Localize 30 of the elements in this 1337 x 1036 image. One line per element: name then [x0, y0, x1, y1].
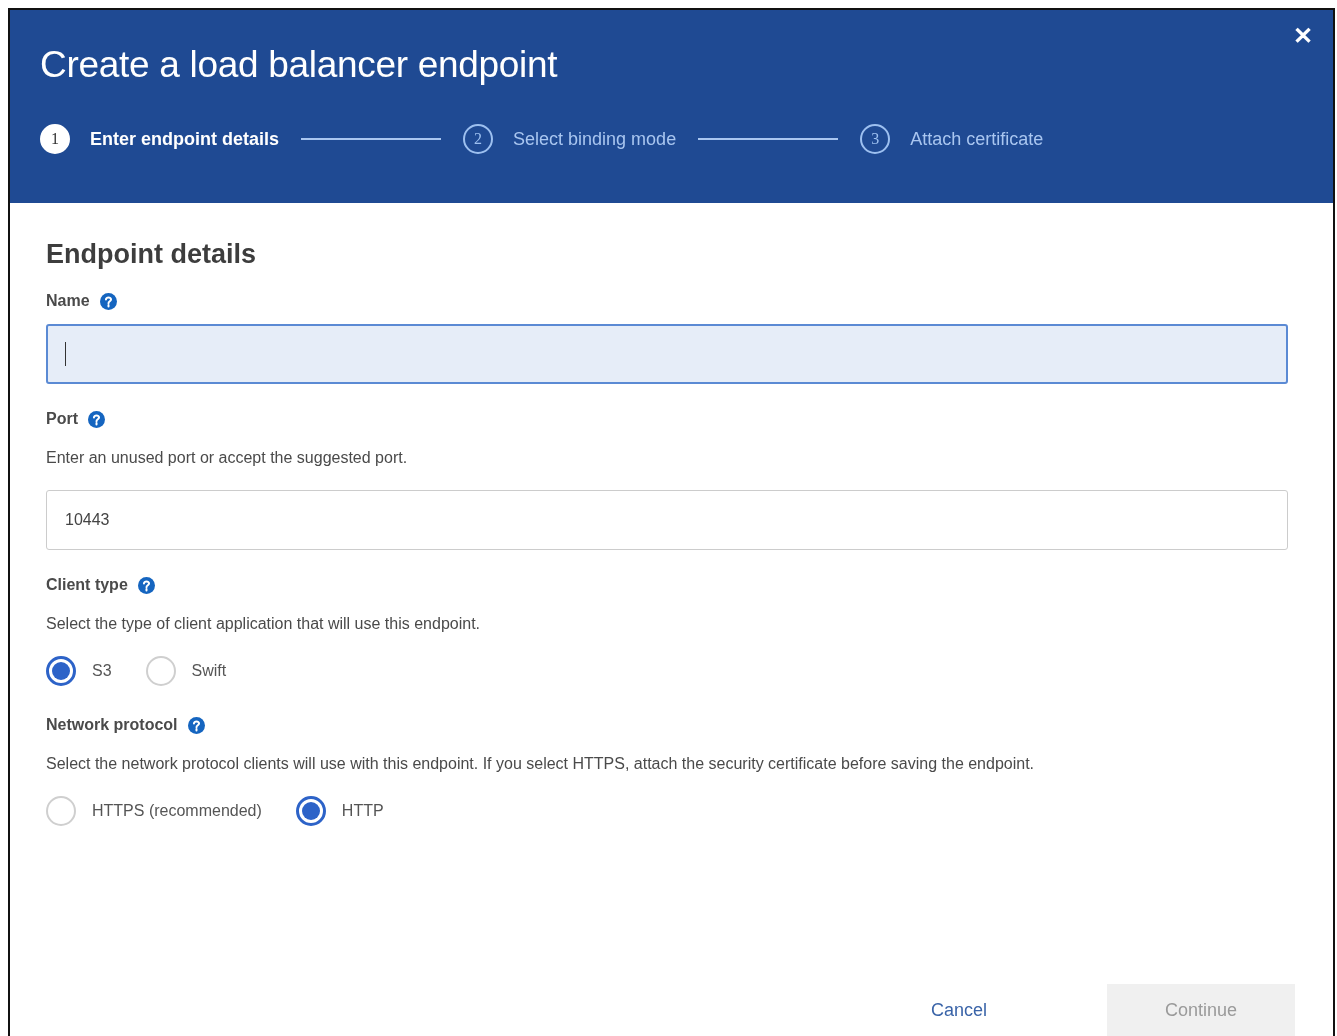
- field-label: Network protocol: [46, 716, 178, 734]
- radio-label: HTTP: [341, 802, 384, 820]
- field-label: Port: [46, 410, 78, 428]
- help-icon[interactable]: [187, 716, 205, 734]
- help-icon[interactable]: [99, 292, 117, 310]
- help-icon[interactable]: [137, 576, 155, 594]
- section-heading: Endpoint details: [46, 239, 257, 270]
- step-label: Enter endpoint details: [90, 128, 280, 150]
- input-field[interactable]: 10443: [46, 490, 1288, 550]
- step-label: Attach certificate: [910, 128, 1044, 150]
- text-cursor: [65, 342, 66, 366]
- field-label: Client type: [46, 576, 128, 594]
- step-label: Select binding mode: [513, 128, 677, 150]
- radio-label: HTTPS (recommended): [92, 802, 262, 820]
- step-number: 2: [463, 124, 494, 154]
- cancel-button[interactable]: Cancel: [920, 989, 997, 1031]
- radio-label: Swift: [191, 662, 227, 680]
- help-text: Select the network protocol clients will use with this endpoint. If you select HTTPS, attach the security certificate before saving the endpoint.: [46, 754, 1036, 774]
- radio-button[interactable]: [295, 796, 326, 826]
- close-button[interactable]: ✕: [1289, 18, 1317, 54]
- radio-label: S3: [92, 662, 112, 680]
- help-icon[interactable]: [88, 410, 105, 428]
- field-label: Name: [46, 292, 90, 310]
- help-text: Enter an unused port or accept the suggested port.: [46, 448, 409, 468]
- step-number: 3: [860, 124, 891, 154]
- help-text: Select the type of client application that will use this endpoint.: [46, 614, 482, 634]
- input-field[interactable]: [46, 324, 1288, 384]
- radio-button[interactable]: [46, 656, 76, 686]
- dialog-title: Create a load balancer endpoint: [40, 44, 559, 86]
- step-number: 1: [40, 124, 70, 154]
